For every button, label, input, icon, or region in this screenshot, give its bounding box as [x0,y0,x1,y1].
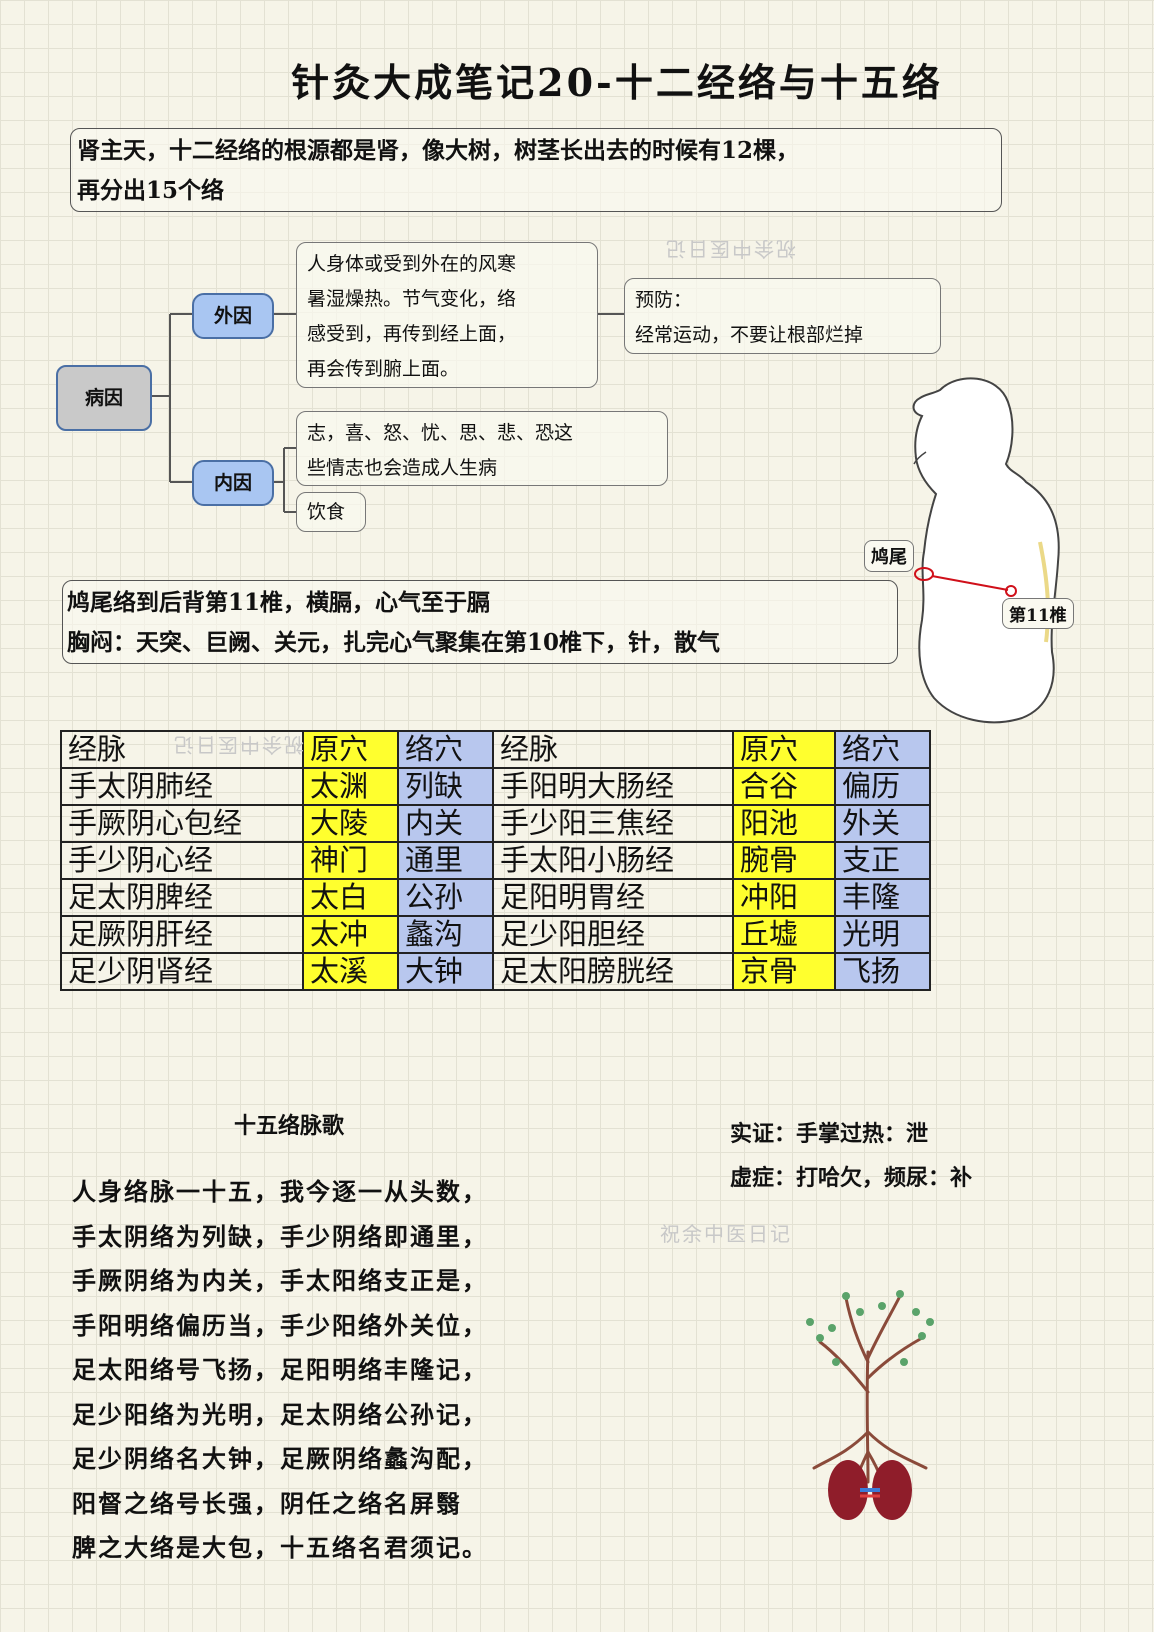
table-cell: 光明 [834,915,931,954]
song-line: 足少阴络名大钟，足厥阴络蠡沟配， [72,1444,488,1473]
table-cell: 太白 [302,878,399,917]
table-cell: 太冲 [302,915,399,954]
watermark: 祝余中医日记 [664,237,796,261]
jiuwei-line-2: 胸闷：天突、巨阙、关元，扎完心气聚集在第10椎下，针，散气 [67,629,721,656]
song-line: 足少阳络为光明，足太阴络公孙记， [72,1399,488,1429]
table-cell: 足厥阴肝经 [60,915,304,954]
prevention-note: 预防： 经常运动，不要让根部烂掉 [624,278,941,354]
header-cell: 原穴 [732,730,836,769]
table-row: 足少阴肾经 太溪 大钟 足太阳膀胱经 京骨 飞扬 [60,952,931,991]
table-cell: 阳池 [732,804,836,843]
table-cell: 足少阳胆经 [492,915,734,954]
song-line: 手太阴络为列缺，手少阴络即通里， [72,1221,488,1251]
song-line: 足太阳络号飞扬，足阳明络丰隆记， [72,1355,488,1384]
song-line: 手厥阴络为内关，手太阳络支正是， [72,1266,488,1295]
watermark: 祝余中医日记 [660,1222,792,1246]
table-cell: 太渊 [302,767,399,806]
header-cell: 原穴 [302,730,399,769]
table-cell: 神门 [302,841,399,880]
table-cell: 列缺 [397,767,494,806]
table-cell: 丰隆 [834,878,931,917]
waiyin-desc-line: 人身体或受到外在的风寒 [307,253,517,275]
table-cell: 手厥阴心包经 [60,804,304,843]
waiyin-description: 人身体或受到外在的风寒 暑湿燥热。节气变化，络 感受到，再传到经上面， 再会传到… [296,242,598,388]
table-cell: 足少阴肾经 [60,952,304,991]
kidney-tree-illustration [806,1290,934,1520]
table-cell: 手阳明大肠经 [492,767,734,806]
table-cell: 蠡沟 [397,915,494,954]
table-row: 足太阴脾经 太白 公孙 足阳明胃经 冲阳 丰隆 [60,878,931,917]
table-cell: 偏历 [834,767,931,806]
song-line: 阳督之络号长强，阴任之络名屏翳 [72,1488,462,1518]
table-cell: 京骨 [732,952,836,991]
table-cell: 大钟 [397,952,494,991]
song-line: 脾之大络是大包，十五络名君须记。 [72,1533,488,1562]
song-line: 手阳明络偏历当，手少阳络外关位， [72,1310,488,1340]
table-cell: 手太阴肺经 [60,767,304,806]
table-cell: 足太阳膀胱经 [492,952,734,991]
label-jiuwei: 鸠尾 [864,540,914,572]
label-11th-vertebra: 第11椎 [1002,598,1074,629]
table-cell: 腕骨 [732,841,836,880]
song-title: 十五络脉歌 [234,1113,345,1139]
header-cell: 络穴 [397,730,494,769]
emotion-line: 些情志也会造成人生病 [307,457,498,479]
table-cell: 足阳明胃经 [492,878,734,917]
table-cell: 手少阳三焦经 [492,804,734,843]
table-cell: 飞扬 [834,952,931,991]
xu-zheng-line: 虚症：打哈欠，频尿：补 [730,1165,973,1191]
shi-xu-note: 实证：手掌过热：泄 虚症：打哈欠，频尿：补 [730,1112,972,1200]
meridian-table: 经脉 原穴 络穴 经脉 原穴 络穴 手太阴肺经 太渊 列缺 手阳明大肠经 合谷 … [60,730,931,991]
song-line: 人身络脉一十五，我今逐一从头数， [72,1177,488,1206]
watermark: 祝余中医日记 [172,733,304,757]
table-cell: 冲阳 [732,878,836,917]
jiuwei-note: 鸠尾络到后背第11椎，横膈，心气至于膈 胸闷：天突、巨阙、关元，扎完心气聚集在第… [62,580,898,664]
table-row: 手少阴心经 神门 通里 手太阳小肠经 腕骨 支正 [60,841,931,880]
node-waiyin: 外因 [192,293,274,339]
emotion-note: 志，喜、怒、忧、思、悲、恐这 些情志也会造成人生病 [296,411,668,486]
song-lyrics: 人身络脉一十五，我今逐一从头数， 手太阴络为列缺，手少阴络即通里， 手厥阴络为内… [72,1170,488,1571]
waiyin-desc-line: 再会传到腑上面。 [307,358,460,380]
table-row: 手厥阴心包经 大陵 内关 手少阳三焦经 阳池 外关 [60,804,931,843]
table-cell: 支正 [834,841,931,880]
table-cell: 丘墟 [732,915,836,954]
table-cell: 公孙 [397,878,494,917]
root-branch-lines [148,313,192,483]
prevention-line: 预防： [635,289,693,311]
prevention-line: 经常运动，不要让根部烂掉 [635,324,864,346]
table-cell: 太溪 [302,952,399,991]
table-cell: 通里 [397,841,494,880]
diet-note: 饮食 [296,492,366,532]
table-cell: 手少阴心经 [60,841,304,880]
table-cell: 内关 [397,804,494,843]
emotion-line: 志，喜、怒、忧、思、悲、恐这 [307,422,574,444]
table-cell: 足太阴脾经 [60,878,304,917]
table-row: 手太阴肺经 太渊 列缺 手阳明大肠经 合谷 偏历 [60,767,931,806]
node-neiyin: 内因 [192,460,274,506]
waiyin-desc-line: 暑湿燥热。节气变化，络 [307,288,517,310]
table-cell: 合谷 [732,767,836,806]
waiyin-desc-line: 感受到，再传到经上面， [307,323,517,345]
table-cell: 外关 [834,804,931,843]
root-node-bingyin: 病因 [56,365,152,431]
jiuwei-line-1: 鸠尾络到后背第11椎，横膈，心气至于膈 [67,589,491,616]
shi-zheng-line: 实证：手掌过热：泄 [730,1121,929,1147]
table-cell: 大陵 [302,804,399,843]
header-cell: 经脉 [492,730,734,769]
header-cell: 络穴 [834,730,931,769]
table-cell: 手太阳小肠经 [492,841,734,880]
table-row: 足厥阴肝经 太冲 蠡沟 足少阳胆经 丘墟 光明 [60,915,931,954]
